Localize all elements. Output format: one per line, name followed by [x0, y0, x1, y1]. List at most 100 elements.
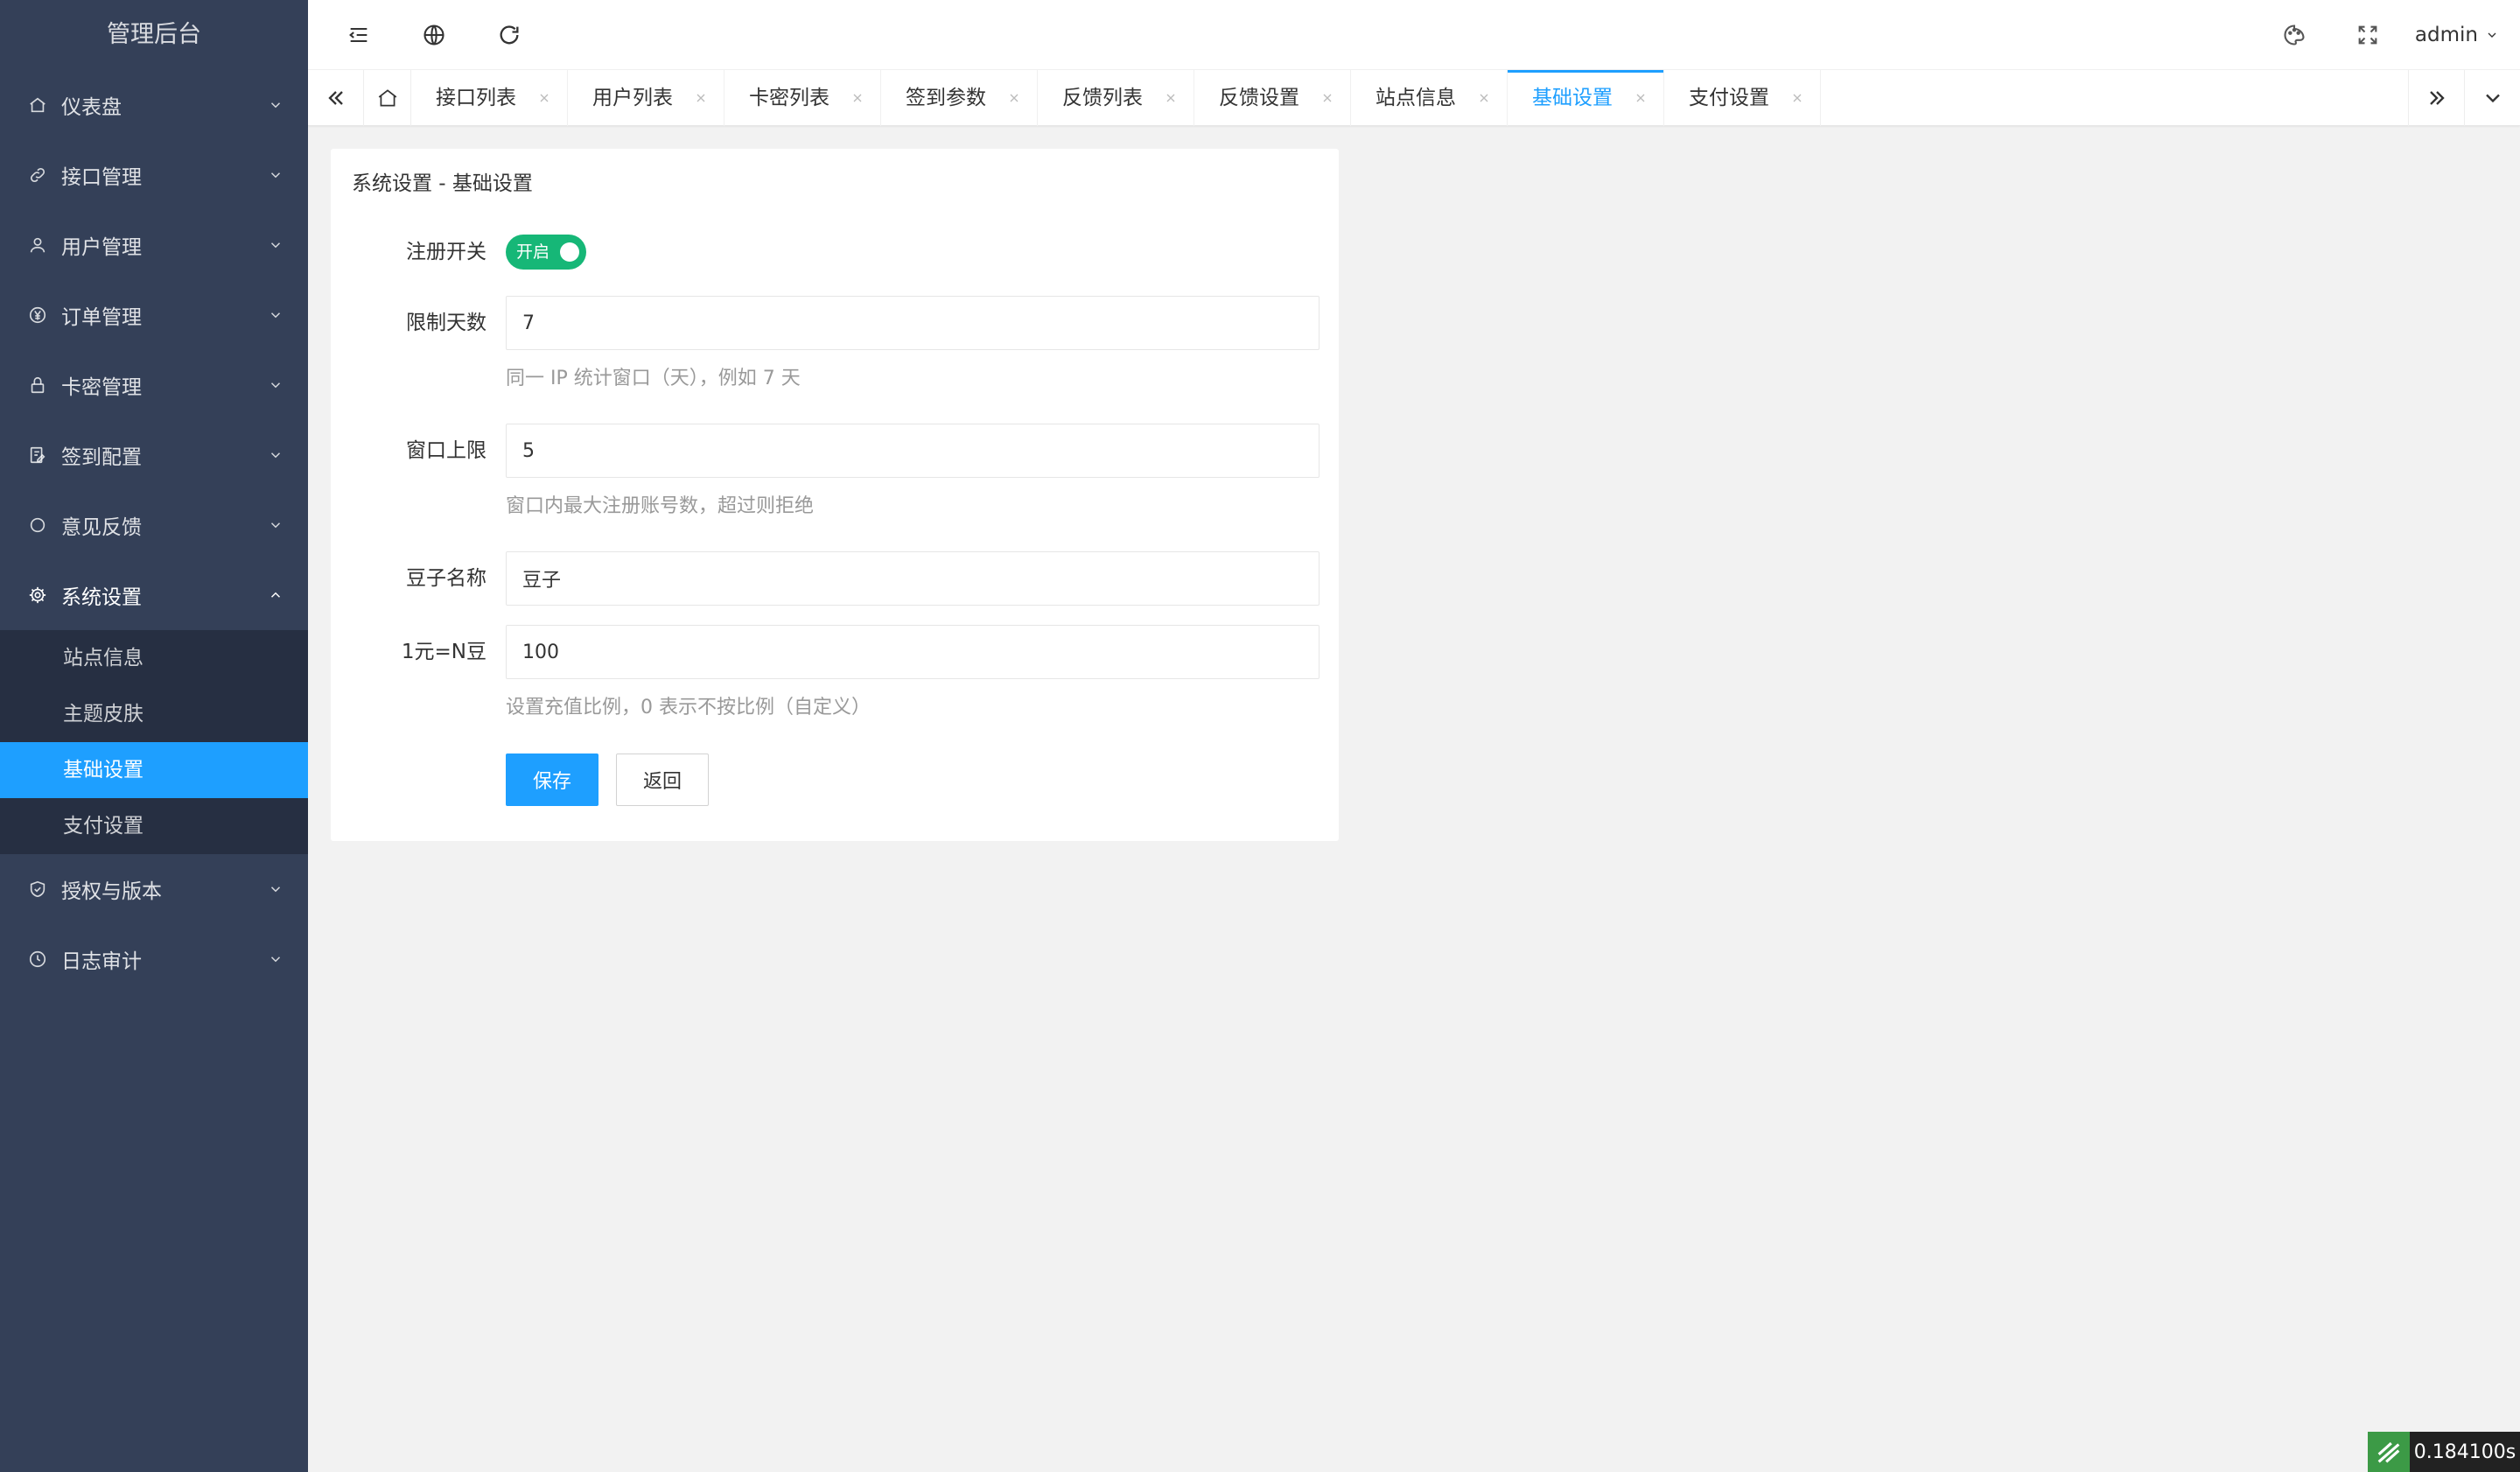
app-logo[interactable]: 管理后台: [0, 0, 308, 70]
tabs-scroll-left-button[interactable]: [308, 70, 364, 126]
submenu-item-theme[interactable]: 主题皮肤: [0, 686, 308, 742]
tab-site-info[interactable]: 站点信息: [1351, 70, 1508, 126]
sidebar: 管理后台 仪表盘 接口管理 用户管理 订单管理 卡密管理 签到配置 意见反馈 系…: [0, 0, 308, 1472]
sidebar-item-label: 仪表盘: [61, 96, 122, 119]
tabs-scroll-right-button[interactable]: [2408, 70, 2464, 126]
circle-icon: [28, 515, 47, 535]
switch-knob: [560, 242, 579, 262]
tabs-dropdown-button[interactable]: [2464, 70, 2520, 126]
tab-list: 接口列表 用户列表 卡密列表 签到参数 反馈列表 反馈设置 站点信息 基础设置 …: [411, 70, 1821, 126]
user-icon: [28, 235, 47, 255]
tab-card-list[interactable]: 卡密列表: [724, 70, 881, 126]
tab-signin-params[interactable]: 签到参数: [881, 70, 1038, 126]
ratio-input[interactable]: [506, 625, 1320, 679]
sidebar-item-users[interactable]: 用户管理: [0, 210, 308, 280]
back-button[interactable]: 返回: [616, 754, 709, 806]
debug-timer-badge[interactable]: 0.184100s: [2368, 1432, 2520, 1472]
theme-palette-icon[interactable]: [2282, 23, 2306, 47]
bean-name-input[interactable]: [506, 551, 1320, 606]
yen-icon: [28, 305, 47, 325]
window-limit-input[interactable]: [506, 424, 1320, 478]
tab-label: 签到参数: [906, 87, 986, 109]
sidebar-item-label: 日志审计: [61, 950, 142, 973]
tab-label: 支付设置: [1689, 87, 1769, 109]
user-menu[interactable]: admin: [2415, 19, 2499, 51]
tab-payment-settings[interactable]: 支付设置: [1664, 70, 1821, 126]
sidebar-item-license[interactable]: 授权与版本: [0, 854, 308, 924]
sidebar-item-label: 系统设置: [61, 586, 142, 609]
fullscreen-icon[interactable]: [2356, 23, 2380, 47]
close-icon[interactable]: [1634, 91, 1648, 105]
chevron-down-icon: [268, 517, 284, 533]
chevron-down-icon: [268, 881, 284, 897]
tab-feedback-list[interactable]: 反馈列表: [1038, 70, 1194, 126]
double-chevron-left-icon: [327, 91, 343, 105]
register-switch-label: 注册开关: [406, 241, 486, 263]
tab-label: 反馈列表: [1062, 87, 1143, 109]
tab-home[interactable]: [364, 70, 411, 126]
sidebar-item-label: 意见反馈: [61, 516, 142, 539]
system-submenu: 站点信息 主题皮肤 基础设置 支付设置: [0, 630, 308, 854]
tabs-bar: 接口列表 用户列表 卡密列表 签到参数 反馈列表 反馈设置 站点信息 基础设置 …: [308, 70, 2520, 126]
tab-label: 接口列表: [436, 87, 516, 109]
register-switch[interactable]: 开启: [506, 235, 586, 270]
submenu-item-basic-settings[interactable]: 基础设置: [0, 742, 308, 798]
sidebar-item-dashboard[interactable]: 仪表盘: [0, 70, 308, 140]
switch-state-text: 开启: [516, 242, 550, 262]
close-icon[interactable]: [537, 91, 551, 105]
globe-icon[interactable]: [422, 23, 446, 47]
chevron-down-icon: [268, 97, 284, 113]
tab-label: 卡密列表: [749, 87, 830, 109]
sidebar-item-label: 订单管理: [61, 306, 142, 329]
ratio-label: 1元=N豆: [401, 641, 486, 663]
card-title: 系统设置 - 基础设置: [352, 172, 533, 195]
close-icon[interactable]: [1477, 91, 1491, 105]
submenu-item-site-info[interactable]: 站点信息: [0, 630, 308, 686]
chevron-up-icon: [268, 587, 284, 603]
basic-settings-card: 系统设置 - 基础设置 注册开关 开启 限制天数 同一 IP 统计窗口（天），例…: [331, 149, 1339, 841]
submenu-item-payment[interactable]: 支付设置: [0, 798, 308, 854]
username: admin: [2414, 24, 2478, 46]
sidebar-item-api[interactable]: 接口管理: [0, 140, 308, 210]
chevron-down-icon: [268, 377, 284, 393]
tab-basic-settings[interactable]: 基础设置: [1508, 70, 1664, 126]
edit-icon: [28, 445, 47, 465]
sidebar-item-orders[interactable]: 订单管理: [0, 280, 308, 350]
timer-text: 0.184100s: [2413, 1440, 2516, 1463]
close-icon[interactable]: [1790, 91, 1804, 105]
close-icon[interactable]: [1007, 91, 1021, 105]
menu-fold-icon[interactable]: [346, 23, 371, 47]
chevron-down-icon: [268, 447, 284, 463]
chevron-down-icon: [2485, 94, 2500, 103]
tab-user-list[interactable]: 用户列表: [568, 70, 724, 126]
tab-label: 基础设置: [1532, 87, 1613, 109]
sidebar-item-logs[interactable]: 日志审计: [0, 924, 308, 994]
limit-days-input[interactable]: [506, 296, 1320, 350]
sidebar-item-cards[interactable]: 卡密管理: [0, 350, 308, 420]
clock-icon: [28, 950, 47, 969]
close-icon[interactable]: [1164, 91, 1178, 105]
sidebar-item-system[interactable]: 系统设置: [0, 560, 308, 630]
ratio-tip: 设置充值比例，0 表示不按比例（自定义）: [506, 697, 871, 718]
link-icon: [28, 165, 47, 185]
tab-api-list[interactable]: 接口列表: [411, 70, 568, 126]
save-button[interactable]: 保存: [506, 754, 598, 806]
window-limit-label: 窗口上限: [406, 439, 486, 462]
bean-name-label: 豆子名称: [406, 567, 486, 590]
sidebar-item-feedback[interactable]: 意见反馈: [0, 490, 308, 560]
tab-feedback-settings[interactable]: 反馈设置: [1194, 70, 1351, 126]
close-icon[interactable]: [694, 91, 708, 105]
sidebar-item-label: 授权与版本: [61, 880, 162, 903]
close-icon[interactable]: [850, 91, 864, 105]
tab-label: 反馈设置: [1219, 87, 1299, 109]
chevron-down-icon: [268, 237, 284, 253]
home-icon: [378, 89, 396, 107]
close-icon[interactable]: [1320, 91, 1334, 105]
debug-logo-icon: [2368, 1432, 2410, 1472]
refresh-icon[interactable]: [497, 23, 522, 47]
lock-icon: [28, 375, 47, 395]
sidebar-item-label: 卡密管理: [61, 376, 142, 399]
sidebar-item-signin[interactable]: 签到配置: [0, 420, 308, 490]
shield-icon: [28, 880, 47, 899]
chevron-down-icon: [268, 951, 284, 967]
